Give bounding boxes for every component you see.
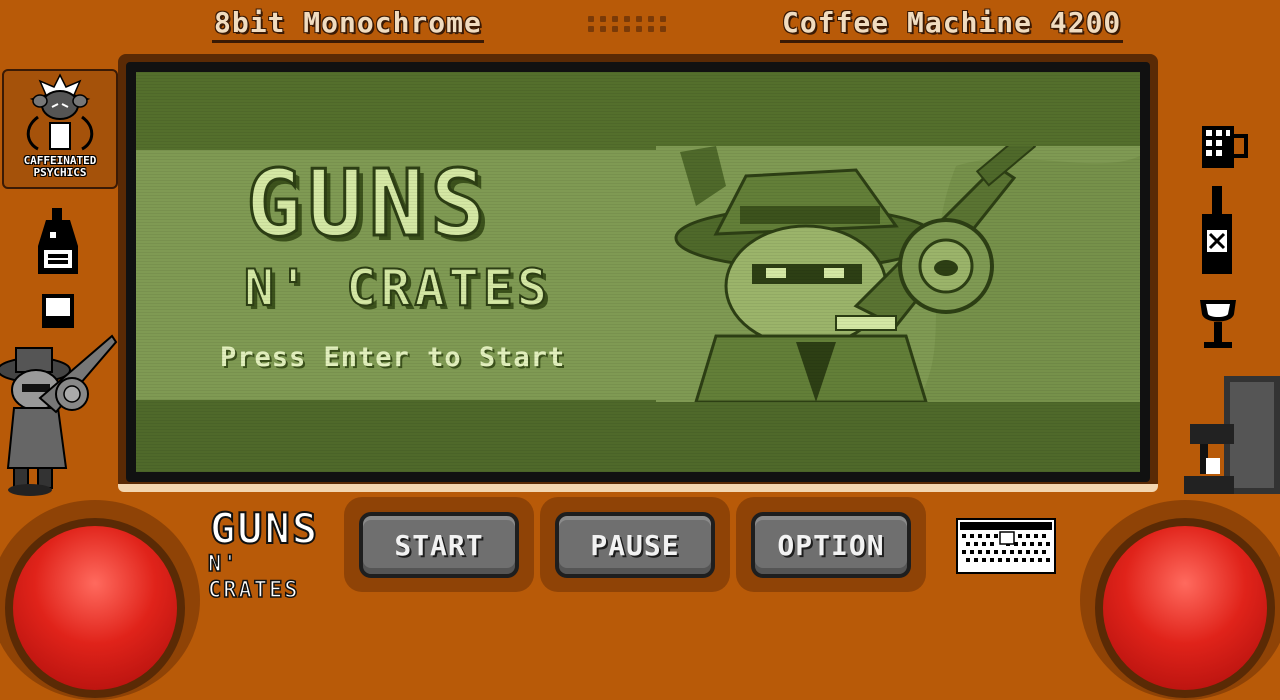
- machine-name-label: Coffee Machine 4200: [780, 6, 1124, 43]
- press-enter-prompt: Press Enter to Start: [220, 342, 566, 373]
- logo-crates-text: N' CRATES: [207, 551, 300, 604]
- beer-mug-icon: [1202, 126, 1248, 168]
- wine-glass-icon: [1200, 300, 1236, 348]
- option-button[interactable]: OPTION: [751, 512, 911, 578]
- screen-band-bottom: [136, 400, 1140, 472]
- pause-button[interactable]: PAUSE: [555, 512, 715, 578]
- caffeinated-psychics-logo: CAFFEINATED PSYCHICS: [2, 69, 118, 189]
- bottle-icon: [1202, 186, 1232, 274]
- game-screen[interactable]: GUNS N' CRATES Press Enter to Start: [136, 72, 1140, 472]
- coffee-pot-icon: [38, 208, 78, 274]
- logo-guns-text: GUNS: [209, 504, 320, 553]
- speaker-grille: [588, 14, 674, 36]
- left-red-button[interactable]: [5, 518, 185, 698]
- sugar-cube-icon: [42, 294, 74, 328]
- gangster-cat-artwork: [656, 146, 1140, 402]
- start-button[interactable]: START: [359, 512, 519, 578]
- gangster-cat-character: [0, 334, 118, 496]
- logo-caption: CAFFEINATED PSYCHICS: [23, 154, 97, 179]
- guns-n-crates-logo: GUNS N' CRATES: [206, 504, 336, 604]
- coffee-machine-icon: [1184, 376, 1280, 494]
- right-red-button[interactable]: [1095, 518, 1275, 698]
- bezel-highlight: [118, 484, 1158, 492]
- game-title-guns: GUNS: [245, 150, 492, 257]
- game-title-crates: N' CRATES: [243, 259, 551, 317]
- screen-band-top: [136, 72, 1140, 150]
- cartridge-label-icon: [956, 518, 1056, 574]
- coffee-creature-icon: [26, 73, 94, 151]
- console-model-label: 8bit Monochrome: [212, 6, 484, 43]
